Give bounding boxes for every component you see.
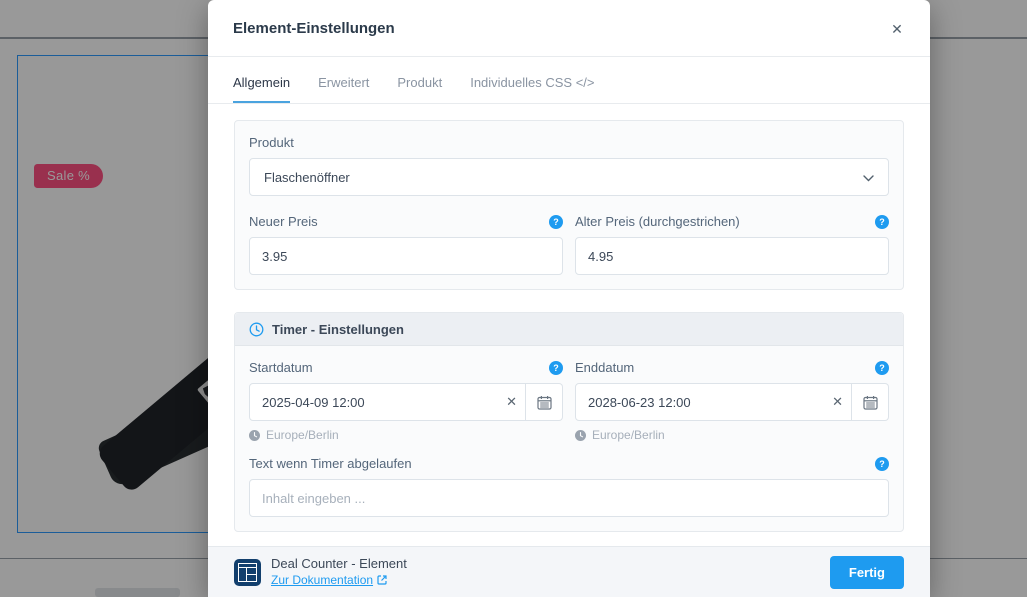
expired-text-label: Text wenn Timer abgelaufen [249,456,412,471]
modal-title: Element-Einstellungen [233,20,395,37]
element-layout-icon [234,559,261,586]
timezone-clock-icon [575,430,586,441]
end-date-input[interactable] [575,383,852,421]
external-link-icon [377,575,387,585]
start-date-field-group: Startdatum ? ✕ [249,360,563,456]
tab-produkt[interactable]: Produkt [397,75,442,103]
old-price-input[interactable] [575,237,889,275]
element-settings-modal: Element-Einstellungen ✕ Allgemein Erweit… [208,0,930,597]
end-date-label: Enddatum [575,360,634,375]
modal-footer: Deal Counter - Element Zur Dokumentation… [208,546,930,597]
timer-panel: Timer - Einstellungen Startdatum ? ✕ [234,312,904,532]
clear-icon[interactable]: ✕ [506,383,517,421]
help-icon[interactable]: ? [875,457,889,471]
new-price-field-group: Neuer Preis ? [249,214,563,275]
modal-header: Element-Einstellungen ✕ [208,0,930,57]
expired-text-field-group: Text wenn Timer abgelaufen ? [249,456,889,517]
new-price-label: Neuer Preis [249,214,318,229]
clock-icon [249,322,264,337]
end-date-field-group: Enddatum ? ✕ [575,360,889,456]
product-select[interactable]: Flaschenöffner [249,158,889,196]
documentation-link[interactable]: Zur Dokumentation [271,573,387,587]
help-icon[interactable]: ? [875,215,889,229]
new-price-input[interactable] [249,237,563,275]
modal-body: Produkt Flaschenöffner Neuer Preis ? [208,104,930,546]
start-timezone-label: Europe/Berlin [266,428,339,442]
tab-erweitert[interactable]: Erweitert [318,75,369,103]
end-timezone: Europe/Berlin [575,428,889,442]
old-price-label: Alter Preis (durchgestrichen) [575,214,740,229]
tab-allgemein[interactable]: Allgemein [233,75,290,103]
old-price-field-group: Alter Preis (durchgestrichen) ? [575,214,889,275]
clear-icon[interactable]: ✕ [832,383,843,421]
start-timezone: Europe/Berlin [249,428,563,442]
start-date-input[interactable] [249,383,526,421]
product-select-value: Flaschenöffner [264,170,350,185]
calendar-icon[interactable] [852,383,889,421]
chevron-down-icon [863,170,874,185]
timezone-clock-icon [249,430,260,441]
help-icon[interactable]: ? [875,361,889,375]
tab-bar: Allgemein Erweitert Produkt Individuelle… [208,57,930,104]
help-icon[interactable]: ? [549,215,563,229]
timer-section-title: Timer - Einstellungen [272,322,404,337]
expired-text-input[interactable] [249,479,889,517]
start-date-label: Startdatum [249,360,313,375]
documentation-link-label: Zur Dokumentation [271,573,373,587]
product-panel: Produkt Flaschenöffner Neuer Preis ? [234,120,904,290]
calendar-icon[interactable] [526,383,563,421]
tab-individuelles-css[interactable]: Individuelles CSS </> [470,75,594,103]
close-icon[interactable]: ✕ [886,18,908,40]
done-button[interactable]: Fertig [830,556,904,589]
end-timezone-label: Europe/Berlin [592,428,665,442]
help-icon[interactable]: ? [549,361,563,375]
element-name: Deal Counter - Element [271,556,407,571]
product-label: Produkt [249,135,294,150]
timer-section-header: Timer - Einstellungen [235,313,903,346]
